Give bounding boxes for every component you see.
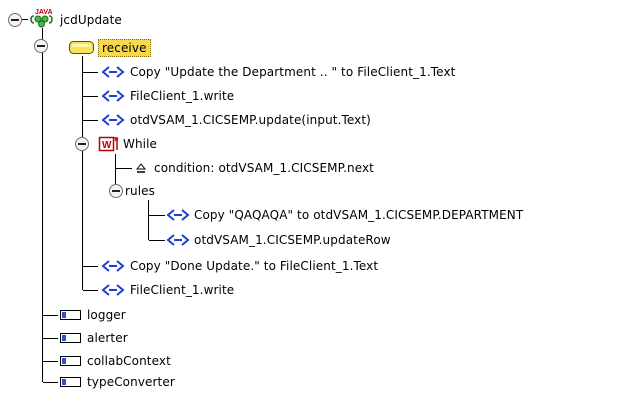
code-statement-icon <box>101 283 125 300</box>
java-collab-icon: JAVA <box>28 7 56 34</box>
tree-node-field[interactable]: alerter <box>0 328 617 348</box>
field-icon <box>60 333 82 347</box>
svg-text:W: W <box>102 140 112 151</box>
field-icon <box>60 310 82 324</box>
tree-node-label: rules <box>125 184 156 198</box>
collapse-toggle-icon[interactable] <box>109 184 123 198</box>
collapse-toggle-icon[interactable] <box>34 39 48 53</box>
code-statement-icon <box>101 113 125 130</box>
code-statement-icon <box>101 259 125 276</box>
tree-node-label: otdVSAM_1.CICSEMP.update(input.Text) <box>130 113 371 127</box>
tree-node-label: condition: otdVSAM_1.CICSEMP.next <box>154 161 374 175</box>
code-statement-icon <box>101 89 125 106</box>
condition-icon <box>135 162 147 177</box>
tree-node-while[interactable]: W While <box>0 134 617 154</box>
tree-node-rules[interactable]: rules <box>0 181 617 201</box>
tree-node-label: collabContext <box>87 354 171 368</box>
field-icon <box>60 377 82 391</box>
tree-node-statement[interactable]: otdVSAM_1.CICSEMP.updateRow <box>0 230 617 250</box>
collapse-toggle-icon[interactable] <box>75 137 89 151</box>
tree-node-label: alerter <box>87 331 128 345</box>
tree-node-label: Copy "Done Update." to FileClient_1.Text <box>130 259 379 273</box>
tree-node-statement[interactable]: Copy "Update the Department .. " to File… <box>0 62 617 82</box>
while-loop-icon: W <box>98 135 120 156</box>
code-statement-icon <box>166 208 190 225</box>
tree-node-field[interactable]: typeConverter <box>0 372 617 392</box>
tree-node-condition[interactable]: condition: otdVSAM_1.CICSEMP.next <box>0 158 617 178</box>
collaboration-tree[interactable]: JAVA jcdUpdate receive Copy "Update the … <box>0 0 617 398</box>
tree-node-statement[interactable]: FileClient_1.write <box>0 86 617 106</box>
tree-node-statement[interactable]: FileClient_1.write <box>0 280 617 300</box>
tree-node-label: jcdUpdate <box>60 13 122 27</box>
tree-node-field[interactable]: collabContext <box>0 351 617 371</box>
tree-node-label: FileClient_1.write <box>130 89 235 103</box>
tree-node-statement[interactable]: Copy "Done Update." to FileClient_1.Text <box>0 256 617 276</box>
tree-node-label: logger <box>87 308 126 322</box>
tree-node-label: FileClient_1.write <box>130 283 235 297</box>
tree-node-label: typeConverter <box>87 375 175 389</box>
tree-node-statement[interactable]: otdVSAM_1.CICSEMP.update(input.Text) <box>0 110 617 130</box>
method-folder-icon <box>68 38 96 59</box>
java-badge: JAVA <box>35 9 53 16</box>
tree-node-receive[interactable]: receive <box>0 37 617 57</box>
tree-node-label-selected: receive <box>98 39 151 57</box>
collapse-toggle-icon[interactable] <box>8 13 22 27</box>
tree-node-label: Copy "Update the Department .. " to File… <box>130 65 456 79</box>
tree-node-label: While <box>123 137 158 151</box>
field-icon <box>60 356 82 370</box>
code-statement-icon <box>166 233 190 250</box>
tree-node-statement[interactable]: Copy "QAQAQA" to otdVSAM_1.CICSEMP.DEPAR… <box>0 205 617 225</box>
tree-node-label: otdVSAM_1.CICSEMP.updateRow <box>194 233 391 247</box>
tree-node-label: Copy "QAQAQA" to otdVSAM_1.CICSEMP.DEPAR… <box>194 208 524 222</box>
tree-node-field[interactable]: logger <box>0 305 617 325</box>
code-statement-icon <box>101 65 125 82</box>
tree-node-root[interactable]: JAVA jcdUpdate <box>0 9 617 30</box>
